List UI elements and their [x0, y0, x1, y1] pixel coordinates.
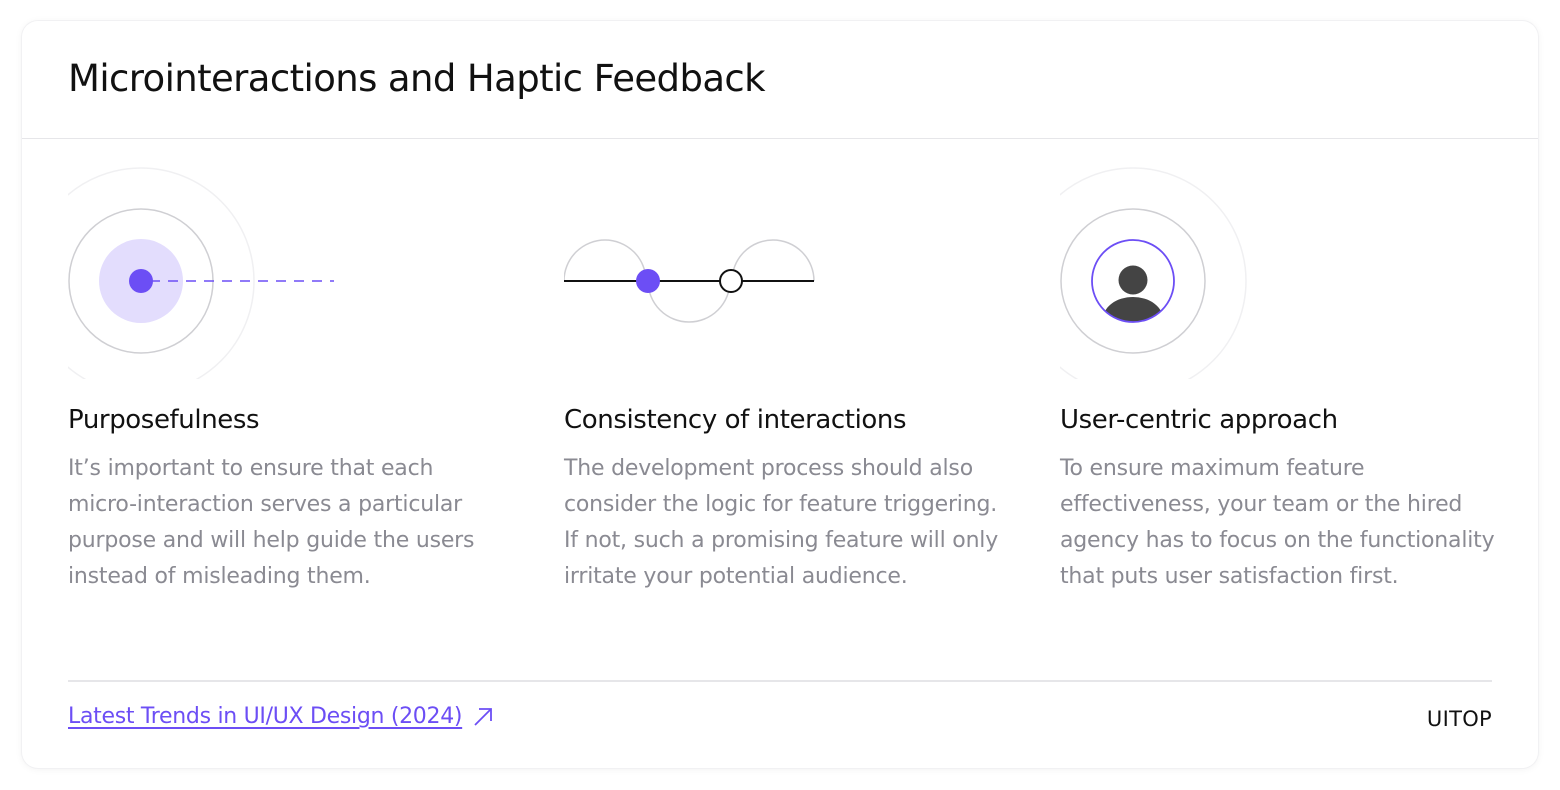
feature-description: To ensure maximum feature effectiveness,…: [1060, 456, 1495, 589]
feature-description: The development process should also cons…: [564, 456, 999, 589]
feature-consistency: Consistency of interactions The developm…: [564, 139, 1014, 659]
feature-title: Consistency of interactions: [564, 405, 907, 435]
card-header: Microinteractions and Haptic Feedback: [22, 21, 1538, 139]
feature-title: User-centric approach: [1060, 405, 1338, 435]
trends-article-link-label: Latest Trends in UI/UX Design (2024): [68, 704, 463, 729]
feature-description: It’s important to ensure that each micro…: [68, 456, 475, 589]
page-title: Microinteractions and Haptic Feedback: [68, 57, 766, 100]
target-pulse-icon: [68, 167, 334, 379]
article-card: Microinteractions and Haptic Feedback Pu…: [22, 21, 1538, 768]
feature-title: Purposefulness: [68, 405, 260, 435]
trends-article-link[interactable]: Latest Trends in UI/UX Design (2024): [68, 704, 494, 729]
feature-user-centric: User-centric approach To ensure maximum …: [1060, 139, 1510, 659]
feature-purposefulness: Purposefulness It’s important to ensure …: [68, 139, 518, 659]
slider-wave-icon: [564, 239, 815, 323]
user-avatar-icon: [1060, 167, 1247, 379]
arrow-up-right-icon: [474, 707, 493, 726]
brand-name: UITOP: [1426, 707, 1492, 731]
footer-divider: [68, 680, 1492, 682]
